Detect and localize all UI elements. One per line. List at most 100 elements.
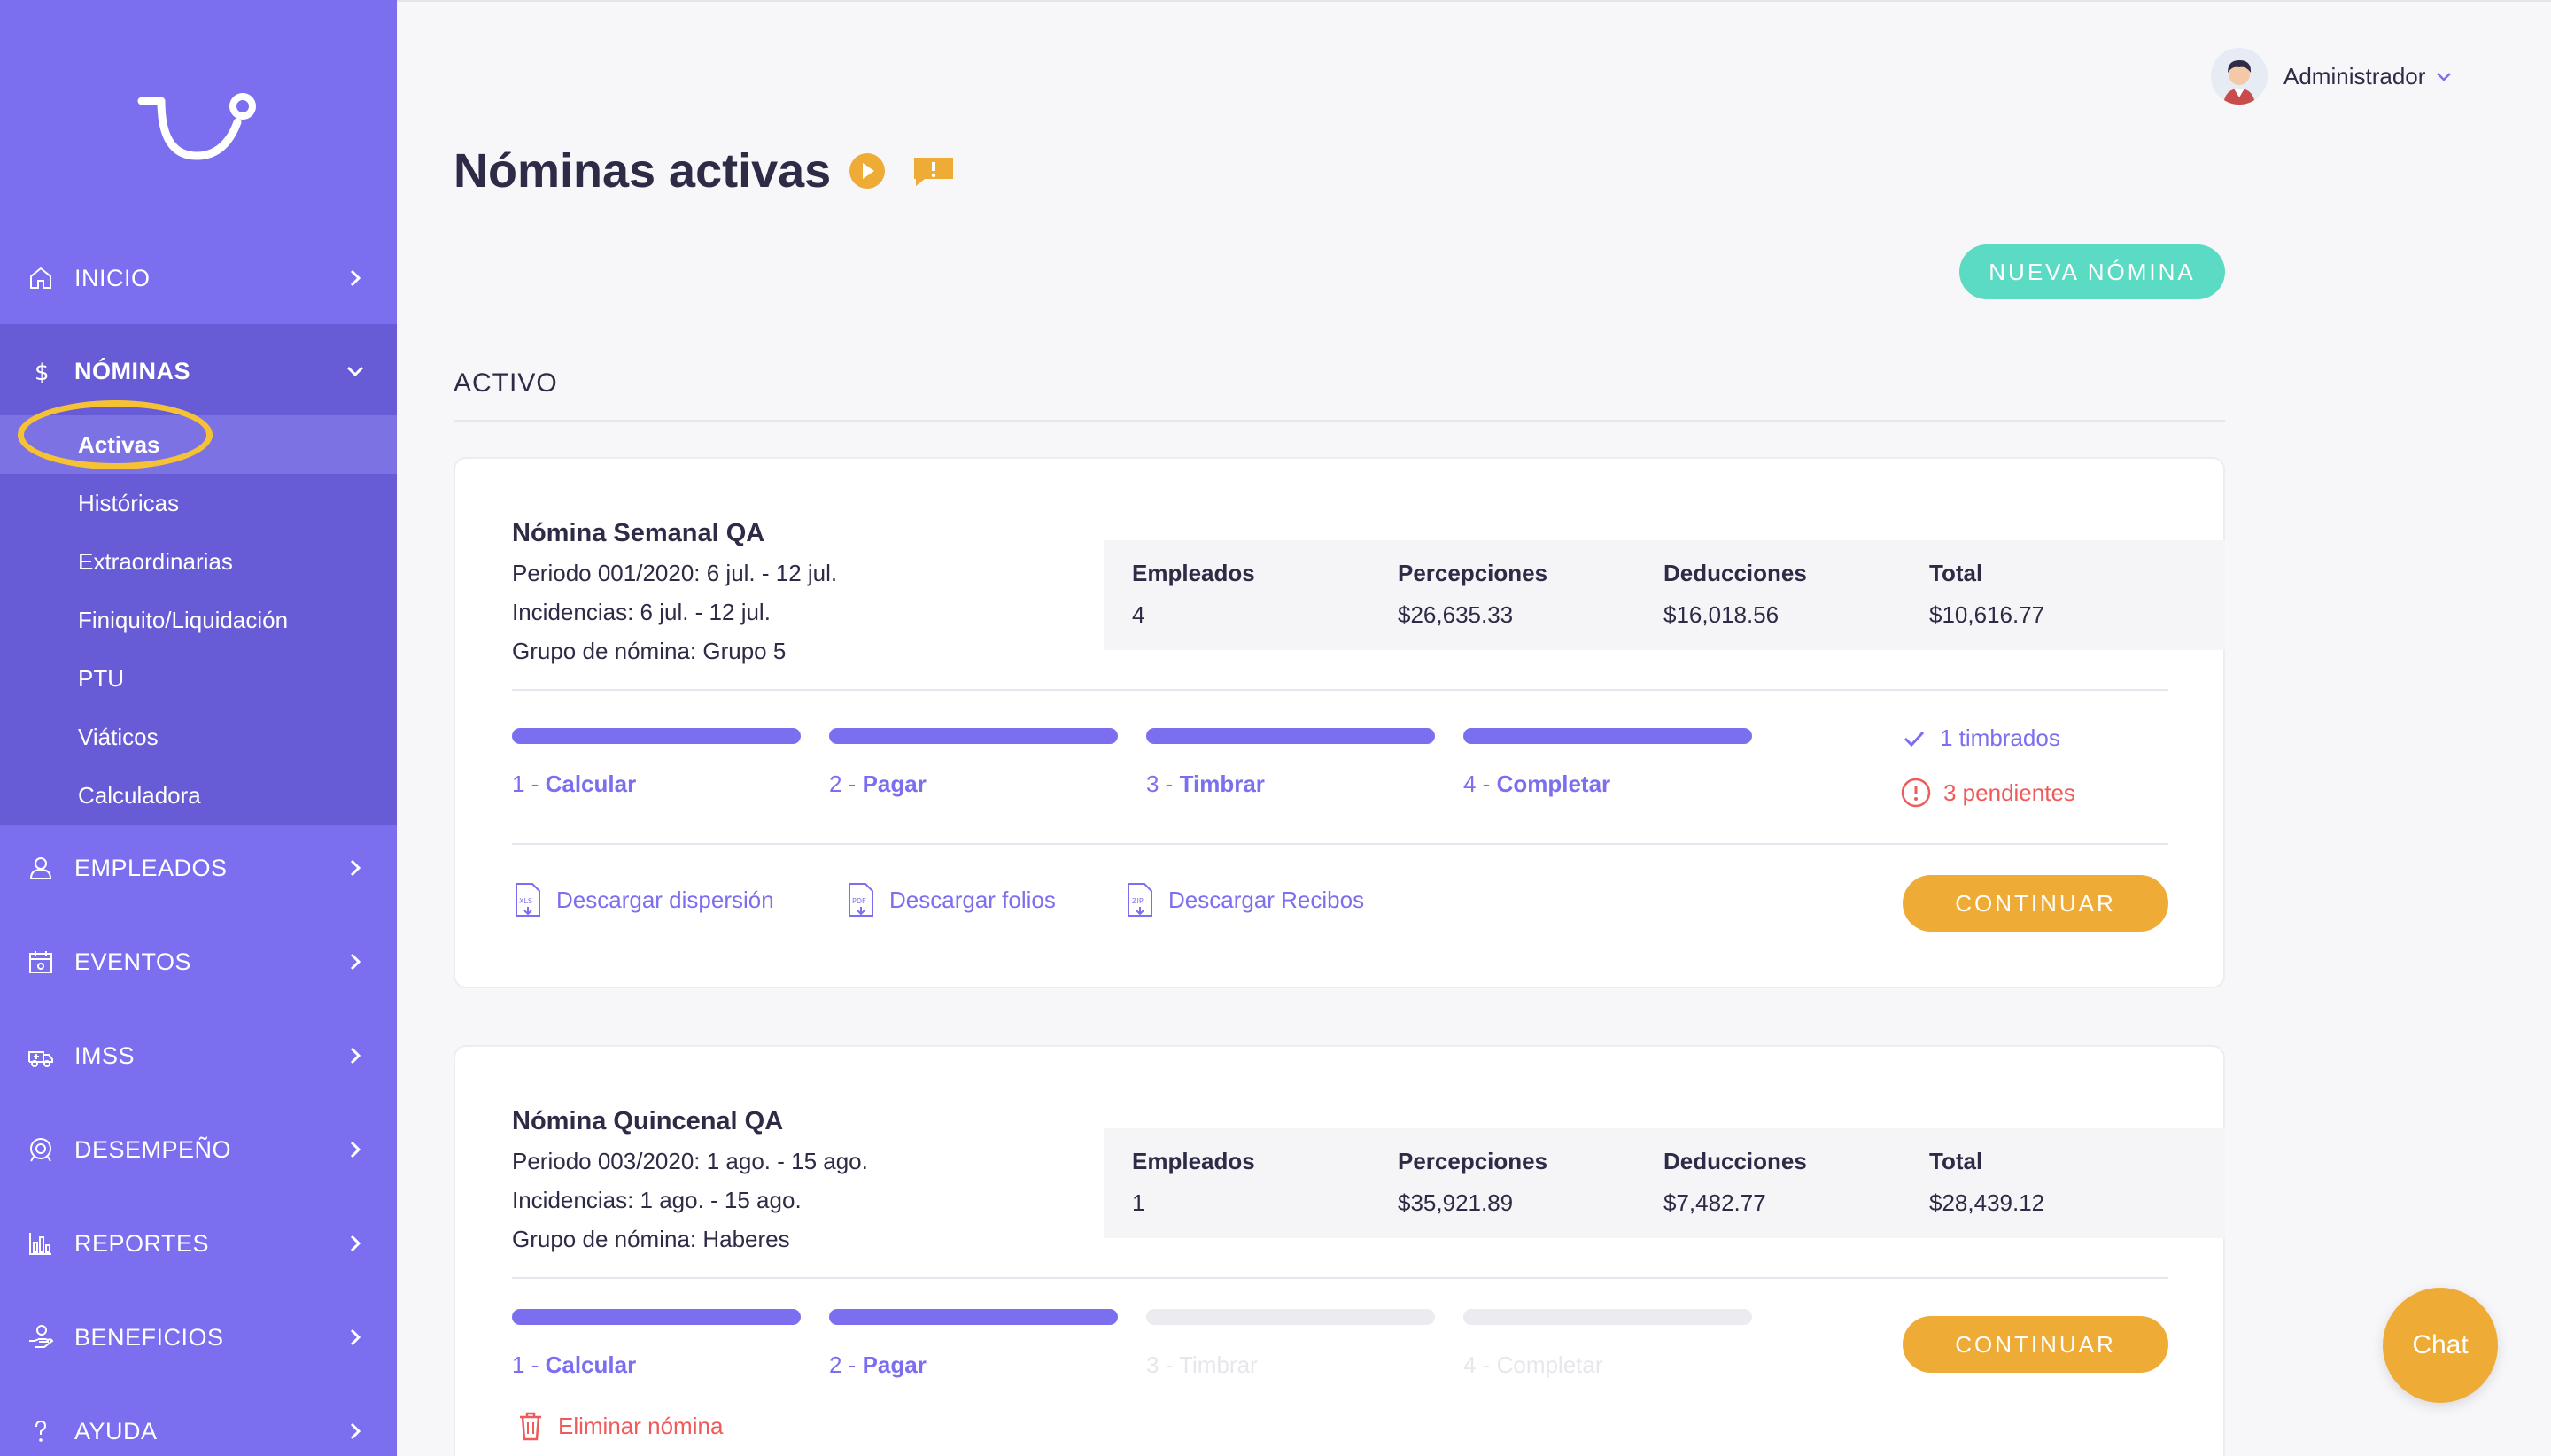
step-pagar[interactable]: 2 - Pagar xyxy=(829,1351,927,1379)
feedback-icon[interactable] xyxy=(911,154,957,188)
chevron-right-icon xyxy=(350,953,361,971)
sidebar-item-label: REPORTES xyxy=(74,1229,210,1257)
card-divider xyxy=(512,843,2168,845)
trash-icon xyxy=(520,1412,541,1441)
payroll-title: Nómina Semanal QA xyxy=(512,519,765,547)
submenu-item-viaticos[interactable]: Viáticos xyxy=(0,708,397,766)
step-pagar[interactable]: 2 - Pagar xyxy=(829,771,927,798)
svg-text:XLS: XLS xyxy=(519,897,532,905)
question-icon xyxy=(35,1420,47,1442)
new-payroll-button[interactable]: NUEVA NÓMINA xyxy=(1959,244,2225,299)
stat-perceptions: Percepciones $35,921.89 xyxy=(1398,1148,1548,1216)
sidebar-item-beneficios[interactable]: BENEFICIOS xyxy=(0,1290,397,1384)
step-progress-bar xyxy=(1146,728,1435,744)
card-divider xyxy=(512,689,2168,691)
submenu-item-historicas[interactable]: Históricas xyxy=(0,474,397,532)
user-menu[interactable]: Administrador xyxy=(2211,46,2454,106)
sidebar-item-label: NÓMINAS xyxy=(74,357,190,384)
download-recibos-link[interactable]: ZIP Descargar Recibos xyxy=(1126,882,1364,918)
step-progress-bar xyxy=(1146,1309,1435,1325)
submenu-item-extraordinarias[interactable]: Extraordinarias xyxy=(0,532,397,591)
sidebar-item-imss[interactable]: IMSS xyxy=(0,1009,397,1103)
download-folios-link[interactable]: PDF Descargar folios xyxy=(847,882,1056,918)
chevron-right-icon xyxy=(350,1141,361,1158)
continue-button[interactable]: CONTINUAR xyxy=(1903,875,2168,932)
home-icon xyxy=(30,267,51,289)
pdf-file-icon: PDF xyxy=(849,883,873,917)
stat-employees: Empleados 1 xyxy=(1132,1148,1255,1216)
sidebar-item-nominas[interactable]: $ NÓMINAS xyxy=(0,324,397,418)
payroll-period: Periodo 003/2020: 1 ago. - 15 ago. xyxy=(512,1148,868,1174)
chevron-right-icon xyxy=(350,1047,361,1065)
sidebar-item-ayuda[interactable]: AYUDA xyxy=(0,1384,397,1456)
step-progress-bar xyxy=(1463,728,1752,744)
payroll-stats: Empleados 1 Percepciones $35,921.89 Deducc… xyxy=(1104,1128,2225,1238)
submenu-item-ptu[interactable]: PTU xyxy=(0,649,397,708)
step-completar[interactable]: 4 - Completar xyxy=(1463,771,1610,798)
nominas-submenu: Activas Históricas Extraordinarias Finiq… xyxy=(0,415,397,825)
stamped-status: 1 timbrados xyxy=(1901,724,2060,752)
play-video-icon[interactable] xyxy=(849,152,886,190)
user-icon xyxy=(29,857,52,879)
logo-icon[interactable] xyxy=(133,81,266,170)
sidebar-item-label: BENEFICIOS xyxy=(74,1323,224,1351)
submenu-item-finiquito[interactable]: Finiquito/Liquidación xyxy=(0,591,397,649)
svg-text:ZIP: ZIP xyxy=(1132,897,1144,905)
step-progress-bar xyxy=(512,728,801,744)
sidebar-item-desempeno[interactable]: DESEMPEÑO xyxy=(0,1103,397,1197)
sidebar-item-label: DESEMPEÑO xyxy=(74,1135,232,1163)
bar-chart-icon xyxy=(29,1233,51,1255)
step-calcular[interactable]: 1 - Calcular xyxy=(512,1351,636,1379)
chat-button[interactable]: Chat xyxy=(2383,1288,2498,1403)
chevron-right-icon xyxy=(350,1235,361,1252)
chevron-right-icon xyxy=(350,1422,361,1440)
chevron-down-icon xyxy=(346,366,364,377)
section-title: ACTIVO xyxy=(454,368,558,398)
zip-file-icon: ZIP xyxy=(1128,883,1152,917)
continue-button[interactable]: CONTINUAR xyxy=(1903,1316,2168,1373)
user-name: Administrador xyxy=(2283,62,2426,89)
section-divider xyxy=(454,420,2225,422)
delete-payroll-link[interactable]: Eliminar nómina xyxy=(517,1410,723,1442)
step-timbrar: 3 - Timbrar xyxy=(1146,1351,1258,1378)
step-progress-bar xyxy=(512,1309,801,1325)
title-icons xyxy=(849,152,957,190)
step-progress-bar xyxy=(829,1309,1118,1325)
step-timbrar[interactable]: 3 - Timbrar xyxy=(1146,771,1265,798)
chevron-right-icon xyxy=(350,859,361,877)
sidebar-item-empleados[interactable]: EMPLEADOS xyxy=(0,821,397,915)
avatar xyxy=(2211,48,2268,105)
stat-deductions: Deducciones $16,018.56 xyxy=(1663,560,1807,628)
dollar-icon: $ xyxy=(35,360,50,385)
payroll-group: Grupo de nómina: Haberes xyxy=(512,1226,790,1252)
svg-text:PDF: PDF xyxy=(852,897,866,905)
sidebar-item-label: EMPLEADOS xyxy=(74,854,228,881)
sidebar-item-inicio[interactable]: INICIO xyxy=(0,231,397,325)
step-calcular[interactable]: 1 - Calcular xyxy=(512,771,636,798)
payroll-incidents: Incidencias: 1 ago. - 15 ago. xyxy=(512,1187,802,1213)
payroll-stats: Empleados 4 Percepciones $26,635.33 Deducc… xyxy=(1104,540,2225,650)
download-dispersion-link[interactable]: XLS Descargar dispersión xyxy=(514,882,774,918)
sidebar-item-reportes[interactable]: REPORTES xyxy=(0,1197,397,1290)
chevron-right-icon xyxy=(350,1328,361,1346)
submenu-item-calculadora[interactable]: Calculadora xyxy=(0,766,397,825)
sidebar: INICIO $ NÓMINAS Activas Históricas Extr… xyxy=(0,0,397,1456)
sidebar-item-eventos[interactable]: EVENTOS xyxy=(0,915,397,1009)
payroll-period: Periodo 001/2020: 6 jul. - 12 jul. xyxy=(512,560,838,586)
target-icon xyxy=(30,1138,51,1162)
hand-coin-icon xyxy=(29,1325,54,1348)
sidebar-item-label: EVENTOS xyxy=(74,948,192,975)
step-progress-bar xyxy=(1463,1309,1752,1325)
pending-status: 3 pendientes xyxy=(1901,778,2075,808)
payroll-incidents: Incidencias: 6 jul. - 12 jul. xyxy=(512,599,771,625)
payroll-card: Nómina Quincenal QA Periodo 003/2020: 1 … xyxy=(454,1045,2225,1456)
payroll-card: Nómina Semanal QA Periodo 001/2020: 6 ju… xyxy=(454,457,2225,988)
check-icon xyxy=(1904,731,1925,747)
svg-text:$: $ xyxy=(35,360,50,385)
payroll-group: Grupo de nómina: Grupo 5 xyxy=(512,638,787,664)
payroll-title: Nómina Quincenal QA xyxy=(512,1107,784,1135)
calendar-icon xyxy=(29,951,52,973)
card-divider xyxy=(512,1277,2168,1279)
sidebar-item-label: IMSS xyxy=(74,1042,136,1069)
sidebar-item-label: AYUDA xyxy=(74,1417,158,1444)
